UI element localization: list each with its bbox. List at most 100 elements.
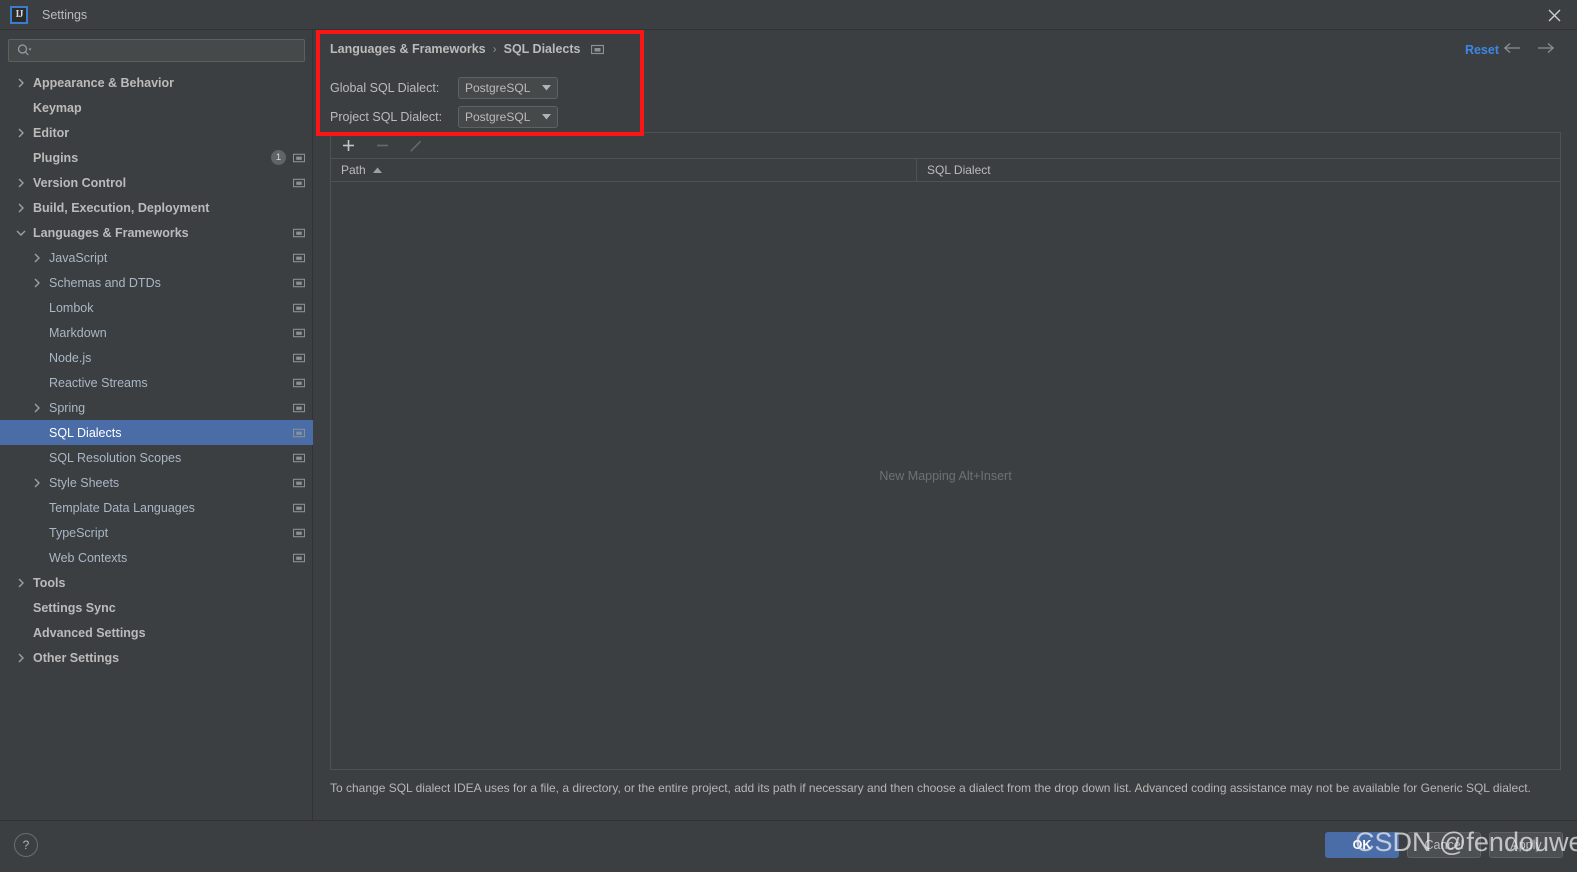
sidebar-item-editor[interactable]: Editor [0, 120, 313, 145]
column-header-path[interactable]: Path [331, 159, 917, 181]
sort-ascending-icon [372, 167, 382, 173]
forward-arrow-icon[interactable] [1537, 42, 1555, 54]
close-icon[interactable] [1531, 0, 1577, 30]
search-box[interactable] [8, 39, 305, 62]
sidebar-item-indicators [293, 452, 305, 464]
update-count-badge: 1 [271, 150, 286, 165]
sidebar-item-languages-frameworks[interactable]: Languages & Frameworks [0, 220, 313, 245]
sidebar-item-label: Languages & Frameworks [33, 225, 189, 240]
global-sql-dialect-row: Global SQL Dialect: PostgreSQL [330, 77, 558, 99]
sidebar-item-indicators [293, 177, 305, 189]
sidebar-item-label: Node.js [49, 350, 92, 365]
sidebar-item-version-control[interactable]: Version Control [0, 170, 313, 195]
edit-mapping-button[interactable] [407, 137, 425, 155]
apply-button[interactable]: Apply [1489, 832, 1563, 858]
sidebar-item-javascript[interactable]: JavaScript [0, 245, 313, 270]
sidebar-item-indicators [293, 252, 305, 264]
sidebar-item-lombok[interactable]: Lombok [0, 295, 313, 320]
sidebar-item-appearance-behavior[interactable]: Appearance & Behavior [0, 70, 313, 95]
sidebar-item-reactive-streams[interactable]: Reactive Streams [0, 370, 313, 395]
project-scope-icon[interactable] [590, 43, 604, 56]
sidebar-item-label: Plugins [33, 150, 79, 165]
mappings-table-body[interactable]: New Mapping Alt+Insert [330, 182, 1561, 770]
sidebar-item-indicators [293, 552, 305, 564]
project-sql-dialect-value: PostgreSQL [465, 110, 531, 124]
sidebar-item-label: Lombok [49, 300, 94, 315]
settings-sidebar: Appearance & Behavior Keymap Editor Plugins… [0, 30, 313, 820]
sidebar-item-template-data-languages[interactable]: Template Data Languages [0, 495, 313, 520]
sidebar-item-label: JavaScript [49, 250, 108, 265]
sidebar-item-schemas-and-dtds[interactable]: Schemas and DTDs [0, 270, 313, 295]
sidebar-item-keymap[interactable]: Keymap [0, 95, 313, 120]
ok-button[interactable]: OK [1325, 832, 1399, 858]
back-arrow-icon[interactable] [1503, 42, 1521, 54]
sidebar-item-build-execution-deployment[interactable]: Build, Execution, Deployment [0, 195, 313, 220]
sidebar-item-style-sheets[interactable]: Style Sheets [0, 470, 313, 495]
sidebar-item-label: Web Contexts [49, 550, 128, 565]
sidebar-item-label: Style Sheets [49, 475, 120, 490]
remove-mapping-button[interactable] [373, 137, 391, 155]
cancel-button[interactable]: Cancel [1407, 832, 1481, 858]
search-icon [17, 44, 32, 57]
sidebar-item-web-contexts[interactable]: Web Contexts [0, 545, 313, 570]
dialog-footer: ? OK Cancel Apply [0, 820, 1577, 872]
add-mapping-button[interactable] [339, 137, 357, 155]
chevron-right-icon[interactable] [30, 395, 44, 420]
chevron-right-icon[interactable] [14, 70, 28, 95]
chevron-down-icon[interactable] [14, 220, 28, 245]
sidebar-item-tools[interactable]: Tools [0, 570, 313, 595]
project-sql-dialect-combobox[interactable]: PostgreSQL [458, 106, 558, 128]
intellij-logo-text: IJ [15, 9, 24, 20]
intellij-logo-icon: IJ [10, 5, 28, 24]
chevron-right-icon[interactable] [14, 570, 28, 595]
sidebar-item-indicators [293, 427, 305, 439]
reset-link[interactable]: Reset [1465, 43, 1499, 57]
project-sql-dialect-label: Project SQL Dialect: [330, 110, 443, 124]
sidebar-item-label: Tools [33, 575, 66, 590]
sidebar-item-spring[interactable]: Spring [0, 395, 313, 420]
breadcrumb-parent[interactable]: Languages & Frameworks [330, 42, 486, 56]
sidebar-item-settings-sync[interactable]: Settings Sync [0, 595, 313, 620]
sidebar-item-label: SQL Resolution Scopes [49, 450, 182, 465]
project-scope-icon [293, 252, 305, 264]
sidebar-item-advanced-settings[interactable]: Advanced Settings [0, 620, 313, 645]
project-scope-icon [293, 227, 305, 239]
settings-dialog: IJ Settings Appearance & Behavior Keymap… [0, 0, 1577, 872]
sidebar-item-node-js[interactable]: Node.js [0, 345, 313, 370]
title-bar: IJ Settings [0, 0, 1577, 30]
column-header-sql-dialect[interactable]: SQL Dialect [917, 159, 1560, 181]
sidebar-item-sql-dialects[interactable]: SQL Dialects [0, 420, 313, 445]
chevron-right-icon[interactable] [30, 270, 44, 295]
sidebar-item-typescript[interactable]: TypeScript [0, 520, 313, 545]
sidebar-item-label: Keymap [33, 100, 82, 115]
sidebar-item-plugins[interactable]: Plugins 1 [0, 145, 313, 170]
window-title: Settings [42, 7, 88, 22]
sidebar-item-label: Other Settings [33, 650, 120, 665]
chevron-right-icon[interactable] [30, 245, 44, 270]
sidebar-item-sql-resolution-scopes[interactable]: SQL Resolution Scopes [0, 445, 313, 470]
project-scope-icon [293, 452, 305, 464]
chevron-right-icon[interactable] [14, 195, 28, 220]
global-sql-dialect-combobox[interactable]: PostgreSQL [458, 77, 558, 99]
project-scope-icon [293, 377, 305, 389]
search-field-wrapper [8, 39, 305, 62]
sidebar-item-label: Reactive Streams [49, 375, 148, 390]
chevron-right-icon[interactable] [14, 170, 28, 195]
chevron-right-icon[interactable] [30, 470, 44, 495]
project-scope-icon [293, 327, 305, 339]
mappings-table-header: Path SQL Dialect [330, 158, 1561, 182]
help-button[interactable]: ? [14, 833, 38, 857]
sidebar-item-other-settings[interactable]: Other Settings [0, 645, 313, 670]
chevron-right-icon[interactable] [14, 645, 28, 670]
breadcrumb-current: SQL Dialects [503, 42, 581, 56]
sidebar-item-indicators: 1 [271, 150, 305, 165]
sidebar-item-label: Advanced Settings [33, 625, 146, 640]
chevron-right-icon[interactable] [14, 120, 28, 145]
search-input[interactable] [32, 42, 304, 59]
sidebar-item-markdown[interactable]: Markdown [0, 320, 313, 345]
